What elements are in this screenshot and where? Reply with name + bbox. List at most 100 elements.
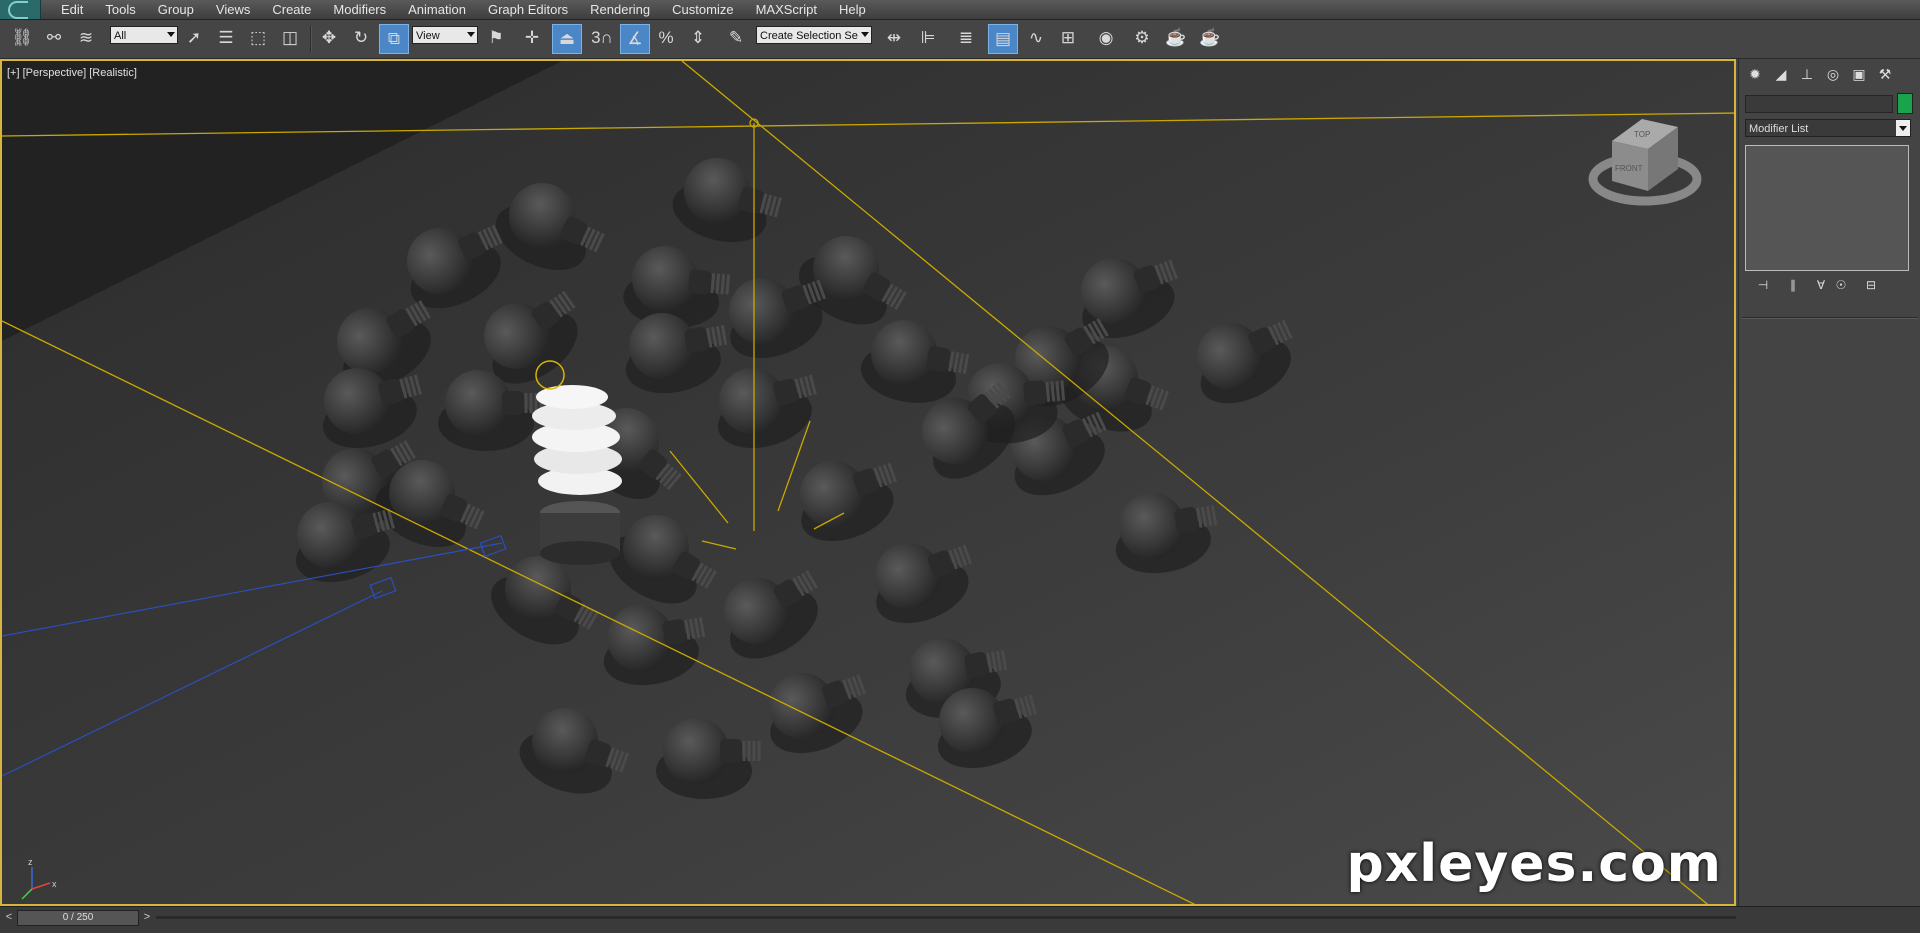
- select-by-name-icon[interactable]: ☰: [212, 24, 240, 52]
- edit-named-selection-icon[interactable]: ✎: [722, 24, 750, 52]
- x-axis-label: x: [52, 879, 57, 889]
- move-icon[interactable]: ✥: [315, 24, 343, 52]
- modify-tab-icon[interactable]: ◢: [1769, 63, 1793, 85]
- motion-tab-icon[interactable]: ◎: [1821, 63, 1845, 85]
- menu-help[interactable]: Help: [828, 0, 877, 19]
- select-object-icon[interactable]: ➚: [180, 24, 208, 52]
- configure-modifier-sets-icon[interactable]: ⊟: [1861, 277, 1881, 293]
- bulb-thread: [710, 273, 716, 294]
- menu-animation[interactable]: Animation: [397, 0, 477, 19]
- create-tab-icon[interactable]: ✹: [1743, 63, 1767, 85]
- watermark: pxleyes.com: [1346, 834, 1722, 894]
- bulb-thread: [1060, 380, 1066, 401]
- remove-modifier-icon[interactable]: ☉: [1831, 277, 1851, 293]
- snap-toggle-label: 3: [591, 28, 601, 47]
- chevron-down-icon: [1896, 120, 1910, 136]
- render-setup-icon[interactable]: ⚙: [1128, 24, 1156, 52]
- keyboard-shortcut-icon[interactable]: ⏏: [552, 24, 582, 54]
- menu-items: Edit Tools Group Views Create Modifiers …: [50, 0, 877, 19]
- spinner-snap-icon[interactable]: ⇕: [684, 24, 712, 52]
- modifier-list-dropdown[interactable]: Modifier List: [1745, 119, 1911, 137]
- modifier-stack[interactable]: [1745, 145, 1909, 271]
- next-frame-button[interactable]: >: [140, 910, 154, 924]
- perspective-viewport[interactable]: [+] [Perspective] [Realistic] TOP FRONT …: [0, 59, 1736, 906]
- scene-render: TOP FRONT z x: [2, 61, 1734, 904]
- time-slider[interactable]: 0 / 250: [17, 910, 139, 926]
- bulb-neck: [1023, 380, 1047, 406]
- select-manipulate-icon[interactable]: ✛: [518, 24, 546, 52]
- menu-maxscript[interactable]: MAXScript: [745, 0, 828, 19]
- bulb-neck: [684, 326, 709, 353]
- scale-icon[interactable]: ⧉: [379, 24, 409, 54]
- unlink-icon[interactable]: ⚯: [40, 24, 68, 52]
- rendered-frame-icon[interactable]: ☕: [1162, 24, 1190, 52]
- mirror-icon[interactable]: ⇹: [880, 24, 908, 52]
- snap-icon[interactable]: 3 ∩: [588, 24, 616, 52]
- bind-space-warp-icon[interactable]: ≋: [72, 24, 100, 52]
- named-selection-sets-dropdown[interactable]: Create Selection Se: [756, 26, 872, 44]
- window-crossing-icon[interactable]: ◫: [276, 24, 304, 52]
- curve-editor-icon[interactable]: ∿: [1022, 24, 1050, 52]
- bulb-neck: [688, 269, 712, 295]
- bulb-neck: [1174, 506, 1199, 533]
- app-logo-button[interactable]: [0, 0, 41, 19]
- render-production-icon[interactable]: ☕: [1196, 24, 1224, 52]
- object-color-swatch[interactable]: [1897, 93, 1913, 114]
- object-name-field[interactable]: [1745, 95, 1893, 113]
- graphite-ribbon-icon[interactable]: ▤: [988, 24, 1018, 54]
- display-tab-icon[interactable]: ▣: [1847, 63, 1871, 85]
- viewport-label[interactable]: [+] [Perspective] [Realistic]: [7, 67, 137, 79]
- previous-frame-button[interactable]: <: [2, 910, 16, 924]
- named-selection-placeholder: Create Selection Se: [760, 30, 858, 42]
- layer-manager-icon[interactable]: ≣: [952, 24, 980, 52]
- show-end-result-icon[interactable]: ∥: [1783, 277, 1803, 293]
- viewcube-top-label: TOP: [1634, 130, 1650, 139]
- utilities-tab-icon[interactable]: ⚒: [1873, 63, 1897, 85]
- menu-rendering[interactable]: Rendering: [579, 0, 661, 19]
- menu-graph-editors[interactable]: Graph Editors: [477, 0, 579, 19]
- chevron-down-icon: [467, 32, 475, 37]
- angle-snap-icon[interactable]: ∡: [620, 24, 650, 54]
- bulb-thread: [720, 273, 726, 295]
- bulb-neck: [662, 618, 687, 645]
- align-icon[interactable]: ⊫: [914, 24, 942, 52]
- bulb-neck: [964, 651, 989, 678]
- bulb-glass: [663, 718, 729, 784]
- toolbar-divider: [310, 26, 312, 52]
- bulb-thread: [1050, 381, 1056, 402]
- menu-create[interactable]: Create: [261, 0, 322, 19]
- rectangular-selection-icon[interactable]: ⬚: [244, 24, 272, 52]
- main-toolbar: ⛓ ⚯ ≋ All ➚ ☰ ⬚ ◫ ✥ ↻ ⧉ View ⚑ ✛ ⏏ 3 ∩ ∡ …: [0, 20, 1920, 59]
- z-axis-label: z: [28, 857, 33, 867]
- bulb-neck: [720, 739, 742, 763]
- select-link-icon[interactable]: ⛓: [8, 24, 36, 52]
- selection-filter-value: All: [114, 30, 127, 42]
- material-editor-icon[interactable]: ◉: [1092, 24, 1120, 52]
- viewcube-front-label: FRONT: [1615, 164, 1643, 173]
- menu-group[interactable]: Group: [147, 0, 205, 19]
- make-unique-icon[interactable]: ∀: [1811, 277, 1831, 293]
- bulb-neck: [502, 391, 524, 415]
- menu-views[interactable]: Views: [205, 0, 261, 19]
- percent-snap-icon[interactable]: %: [652, 24, 680, 52]
- chevron-down-icon: [861, 32, 869, 37]
- menu-edit[interactable]: Edit: [50, 0, 94, 19]
- menu-customize[interactable]: Customize: [661, 0, 744, 19]
- bulb-thread: [715, 273, 721, 294]
- menu-bar: Edit Tools Group Views Create Modifiers …: [0, 0, 1920, 20]
- menu-modifiers[interactable]: Modifiers: [322, 0, 397, 19]
- modifier-list-label: Modifier List: [1749, 123, 1809, 135]
- schematic-view-icon[interactable]: ⊞: [1054, 24, 1082, 52]
- bulb-neck: [926, 346, 951, 373]
- reference-coordinate-dropdown[interactable]: View: [412, 26, 478, 44]
- rotate-icon[interactable]: ↻: [347, 24, 375, 52]
- hierarchy-tab-icon[interactable]: ⊥: [1795, 63, 1819, 85]
- timeline-track[interactable]: [156, 916, 1736, 919]
- selection-filter-dropdown[interactable]: All: [110, 26, 178, 44]
- reference-coordinate-value: View: [416, 30, 440, 42]
- menu-tools[interactable]: Tools: [94, 0, 146, 19]
- chevron-down-icon: [167, 32, 175, 37]
- pin-stack-icon[interactable]: ⊣: [1753, 277, 1773, 293]
- use-pivot-icon[interactable]: ⚑: [482, 24, 510, 52]
- app-logo-icon: [8, 1, 28, 19]
